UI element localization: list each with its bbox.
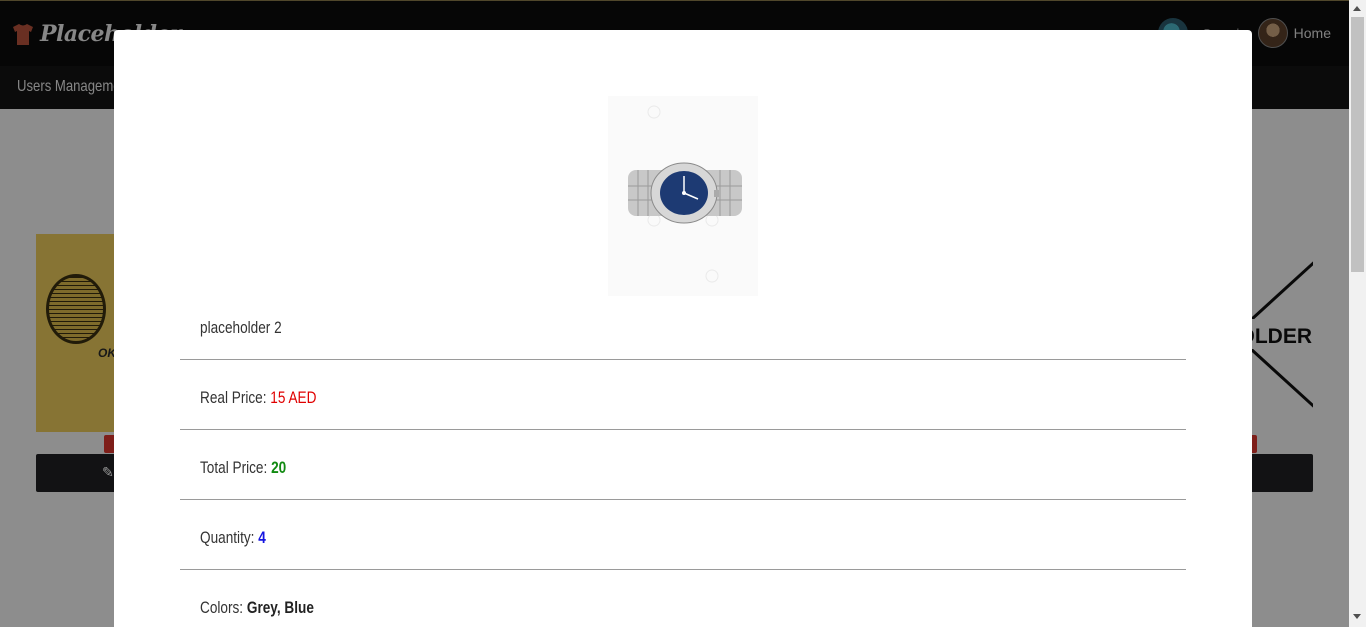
total-price-label: Total Price: xyxy=(200,458,268,477)
real-price-label: Real Price: xyxy=(200,388,267,407)
real-price-value: 15 AED xyxy=(270,388,317,407)
total-price-row: Total Price: 20 xyxy=(180,430,1186,500)
page-scrollbar[interactable] xyxy=(1349,0,1366,627)
scroll-thumb[interactable] xyxy=(1351,17,1364,272)
colors-row: Colors: Grey, Blue xyxy=(180,570,1186,627)
quantity-label: Quantity: xyxy=(200,528,255,547)
scroll-up-arrow[interactable] xyxy=(1353,6,1361,11)
scroll-down-arrow[interactable] xyxy=(1353,614,1361,619)
quantity-value: 4 xyxy=(258,528,266,547)
colors-label: Colors: xyxy=(200,598,244,617)
product-image xyxy=(608,96,758,296)
total-price-value: 20 xyxy=(271,458,287,477)
real-price-row: Real Price: 15 AED xyxy=(180,360,1186,430)
product-name: placeholder 2 xyxy=(200,318,282,337)
quantity-row: Quantity: 4 xyxy=(180,500,1186,570)
product-name-row: placeholder 2 xyxy=(180,290,1186,360)
product-details-modal: placeholder 2 Real Price: 15 AED Total P… xyxy=(114,30,1252,627)
colors-value: Grey, Blue xyxy=(246,598,314,617)
